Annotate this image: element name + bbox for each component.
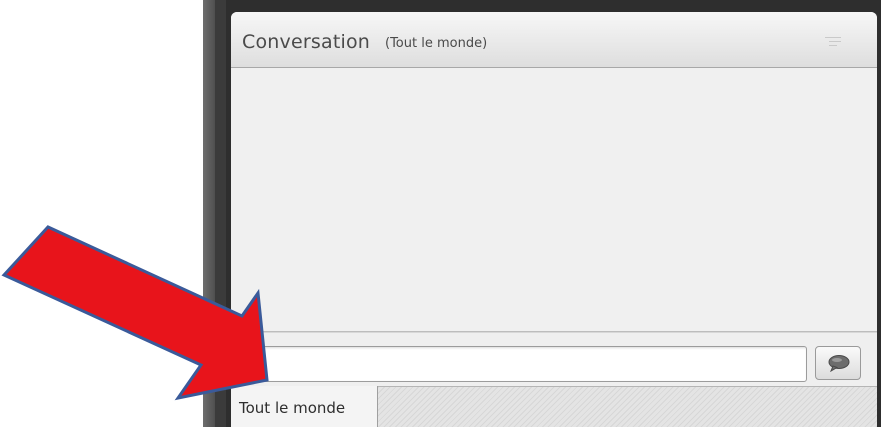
send-button[interactable] — [815, 346, 861, 380]
tab-label: Tout le monde — [239, 399, 346, 417]
audience-tabs: Tout le monde — [231, 386, 877, 427]
pod-header: Conversation (Tout le monde) — [231, 12, 877, 68]
pod-title: Conversation — [242, 31, 371, 53]
pod-audience-label: (Tout le monde) — [385, 36, 488, 51]
message-list[interactable] — [231, 68, 877, 332]
app-left-border — [215, 0, 226, 427]
speech-bubble-icon — [828, 355, 850, 372]
chat-message-input[interactable] — [241, 346, 807, 382]
chat-pod: Conversation (Tout le monde) Tout le mon… — [231, 12, 877, 427]
app-left-edge — [203, 0, 215, 427]
compose-bar — [231, 332, 877, 386]
tab-tout-le-monde[interactable]: Tout le monde — [231, 386, 378, 427]
screenshot-stage: Conversation (Tout le monde) Tout le mon… — [0, 0, 881, 427]
menu-lines-icon[interactable] — [825, 37, 841, 47]
